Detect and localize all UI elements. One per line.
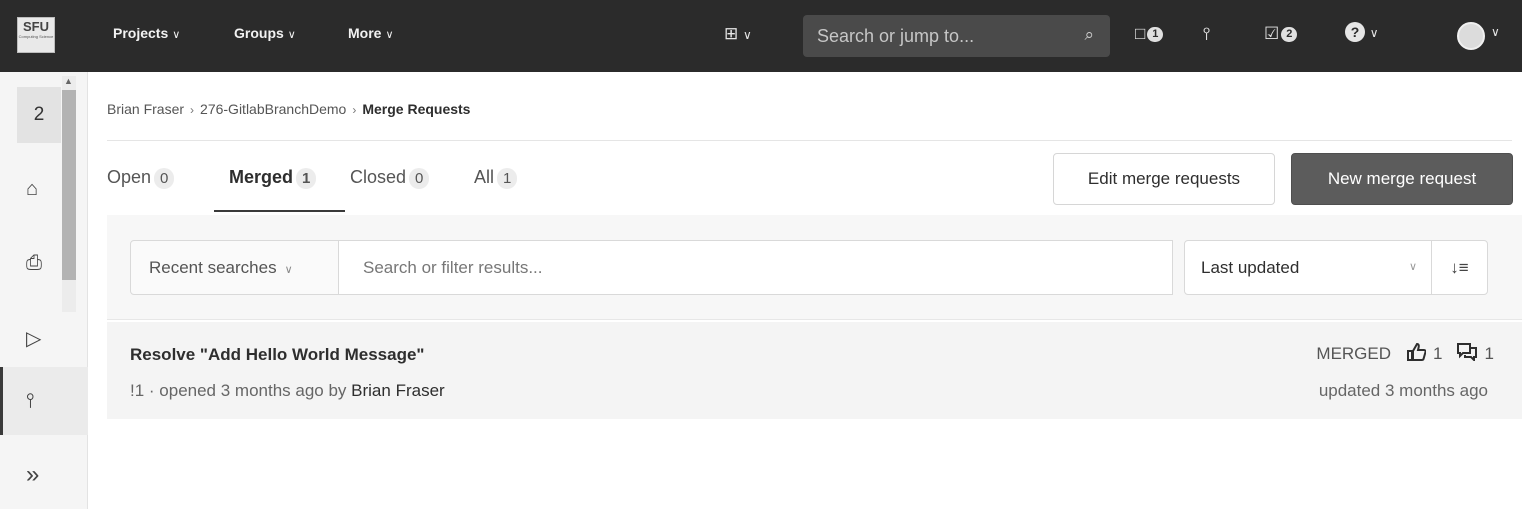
project-avatar[interactable]: 2 (17, 87, 61, 143)
tab-label: Merged (229, 167, 294, 187)
sort-direction-button[interactable]: ↓≡ (1431, 240, 1488, 295)
logo-text: SFU (23, 19, 49, 34)
search-icon: ⌕ (1084, 25, 1094, 44)
collapse-sidebar-icon[interactable]: » (26, 461, 39, 489)
user-avatar[interactable] (1457, 22, 1485, 50)
todos-link[interactable]: ☑ 2 (1264, 24, 1298, 44)
tab-all[interactable]: All 1 (474, 167, 518, 189)
nav-groups-dropdown[interactable]: Groups ∨ (234, 25, 296, 41)
merge-request-meta: !1 · opened 3 months ago by Brian Fraser (130, 381, 445, 401)
chevron-down-icon: ∨ (742, 28, 752, 42)
plus-square-icon: ⊞ (724, 24, 739, 43)
breadcrumb-separator: › (352, 103, 357, 117)
issues-count-badge: 1 (1147, 27, 1164, 42)
tab-label: Open (107, 167, 152, 187)
logo-subtext: Computing Science (18, 34, 54, 39)
scroll-up-icon[interactable]: ▲ (64, 76, 73, 86)
sort-label: Last updated (1201, 258, 1300, 277)
breadcrumb-separator: › (190, 103, 195, 117)
new-item-dropdown[interactable]: ⊞ ∨ (724, 24, 752, 44)
breadcrumb: Brian Fraser › 276-GitlabBranchDemo › Merge … (107, 101, 470, 117)
merge-request-icon: ⫯ (26, 390, 35, 412)
nav-projects-label: Projects (113, 25, 169, 41)
sidebar-scroll-thumb[interactable] (62, 90, 76, 280)
help-icon: ? (1345, 22, 1365, 42)
merge-request-title[interactable]: Resolve "Add Hello World Message" (130, 345, 425, 365)
breadcrumb-user[interactable]: Brian Fraser (107, 101, 184, 117)
merge-request-meta-text: !1 · opened 3 months ago by (130, 381, 352, 400)
nav-more-label: More (348, 25, 382, 41)
sort-direction-icon: ↓≡ (1450, 258, 1469, 277)
chevron-down-icon: ∨ (1369, 26, 1379, 40)
thumbs-up-icon (1406, 342, 1431, 364)
new-merge-request-button[interactable]: New merge request (1291, 153, 1513, 205)
chevron-down-icon: ∨ (287, 29, 296, 41)
merge-request-author[interactable]: Brian Fraser (351, 381, 445, 400)
sidebar-item-merge-requests[interactable] (0, 367, 88, 435)
tab-merged[interactable]: Merged 1 (229, 167, 317, 189)
active-tab-indicator (214, 210, 345, 212)
issues-icon[interactable]: ▷ (26, 326, 41, 351)
todos-count-badge: 2 (1281, 27, 1298, 42)
tab-open[interactable]: Open 0 (107, 167, 175, 189)
chevron-down-icon[interactable]: ∨ (1491, 25, 1500, 39)
comment-count: 1 (1484, 344, 1494, 363)
chevron-down-icon: ∨ (284, 264, 293, 276)
list-item (107, 322, 1522, 419)
help-dropdown[interactable]: ? ∨ (1345, 22, 1379, 42)
tab-label: All (474, 167, 495, 187)
repository-icon[interactable]: ⎙ (26, 252, 42, 275)
merge-request-status: MERGED 1 1 (1316, 342, 1494, 365)
chevron-down-icon: ∨ (1408, 261, 1417, 273)
tab-count-badge: 0 (154, 168, 175, 189)
comments-icon (1457, 343, 1482, 364)
recent-searches-label: Recent searches (149, 258, 277, 277)
tab-closed[interactable]: Closed 0 (350, 167, 430, 189)
filter-search-input[interactable]: Search or filter results... (338, 240, 1173, 295)
home-icon[interactable]: ⌂ (26, 178, 38, 201)
nav-groups-label: Groups (234, 25, 284, 41)
global-search-input[interactable]: Search or jump to... ⌕ (803, 15, 1110, 57)
merge-request-updated: updated 3 months ago (1318, 381, 1488, 400)
upvote-count: 1 (1433, 344, 1443, 363)
sort-dropdown[interactable]: Last updated ∨ (1184, 240, 1432, 295)
nav-projects-dropdown[interactable]: Projects ∨ (113, 25, 180, 41)
edit-merge-requests-button[interactable]: Edit merge requests (1053, 153, 1275, 205)
tab-count-badge: 1 (296, 168, 317, 189)
sfu-logo[interactable]: SFU Computing Science (17, 17, 55, 53)
issues-link[interactable]: □ 1 (1135, 24, 1164, 44)
merge-requests-link[interactable]: ⫯ (1203, 24, 1210, 44)
todo-icon: ☑ (1264, 24, 1280, 43)
tab-count-badge: 1 (497, 168, 518, 189)
nav-more-dropdown[interactable]: More ∨ (348, 25, 394, 41)
divider (107, 140, 1512, 141)
tab-label: Closed (350, 167, 407, 187)
chevron-down-icon: ∨ (172, 29, 181, 41)
top-navbar: SFU Computing Science Projects ∨ Groups ∨ … (0, 0, 1522, 72)
global-search-placeholder: Search or jump to... (817, 26, 975, 46)
tab-count-badge: 0 (409, 168, 430, 189)
chevron-down-icon: ∨ (385, 29, 394, 41)
status-badge: MERGED (1316, 344, 1392, 363)
recent-searches-dropdown[interactable]: Recent searches ∨ (130, 240, 339, 295)
issues-icon: □ (1135, 24, 1146, 43)
breadcrumb-current[interactable]: Merge Requests (362, 101, 470, 117)
merge-request-icon: ⫯ (1203, 24, 1211, 43)
breadcrumb-project[interactable]: 276-GitlabBranchDemo (200, 101, 346, 117)
